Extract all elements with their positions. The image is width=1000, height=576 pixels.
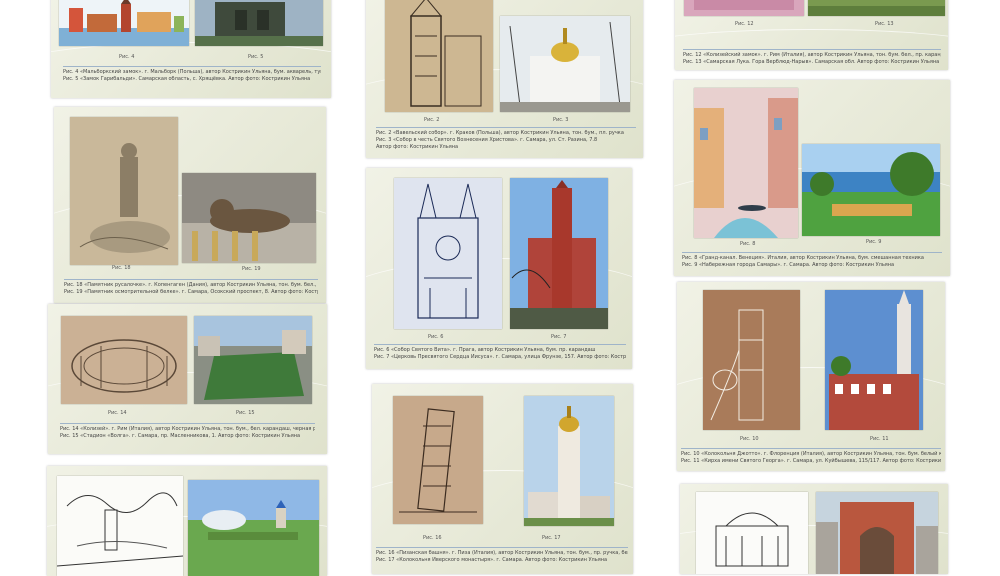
- caption-line: Рис. 10 «Колокольня Джотто». г. Флоренци…: [681, 451, 941, 458]
- figure-caption: Рис. 10 «Колокольня Джотто». г. Флоренци…: [681, 448, 941, 465]
- artwork-card: [47, 466, 327, 576]
- caption-line: Рис. 6 «Собор Святого Вита». г. Прага, а…: [374, 347, 626, 354]
- artwork-card: Рис. 14 Рис. 15 Рис. 14 «Колизей». г. Ри…: [48, 304, 327, 454]
- figure-label: Рис. 4: [119, 54, 134, 60]
- figure-image[interactable]: [510, 178, 608, 329]
- figure-label: Рис. 12: [735, 21, 754, 27]
- figure-label: Рис. 13: [875, 21, 894, 27]
- figure-image[interactable]: [70, 117, 178, 265]
- caption-line: Рис. 2 «Вавельский собор». г. Краков (По…: [376, 130, 636, 137]
- caption-line: Рис. 14 «Колизей». г. Рим (Италия), авто…: [60, 426, 315, 433]
- caption-line: Рис. 3 «Собор в честь Святого Вознесения…: [376, 137, 636, 144]
- artwork-card: Рис. 16 Рис. 17 Рис. 16 «Пизанская башня…: [372, 384, 633, 574]
- figure-label: Рис. 6: [428, 334, 443, 340]
- caption-line: Рис. 12 «Колизейский замок». г. Рим (Ита…: [683, 52, 941, 59]
- figure-label: Рис. 19: [242, 266, 261, 272]
- figure-label: Рис. 14: [108, 410, 127, 416]
- caption-line: Рис. 7 «Церковь Пресвятого Сердца Иисуса…: [374, 354, 626, 361]
- figure-label: Рис. 18: [112, 265, 131, 271]
- figure-caption: Рис. 6 «Собор Святого Вита». г. Прага, а…: [374, 344, 626, 361]
- figure-image[interactable]: [61, 316, 187, 404]
- caption-line: Рис. 16 «Пизанская башня». г. Пиза (Итал…: [376, 550, 628, 557]
- figure-image[interactable]: [694, 88, 798, 238]
- figure-caption: Рис. 2 «Вавельский собор». г. Краков (По…: [376, 127, 636, 151]
- figure-label: Рис. 11: [870, 436, 889, 442]
- caption-line: Рис. 17 «Колокольня Иверского монастыря»…: [376, 557, 628, 564]
- caption-line: Рис. 11 «Кирха имени Святого Георга». г.…: [681, 458, 941, 465]
- caption-line: Рис. 9 «Набережная города Самары». г. Са…: [682, 262, 942, 269]
- caption-line: Рис. 8 «Гранд-канал. Венеция». Италия, а…: [682, 255, 942, 262]
- caption-line: Рис. 18 «Памятник русалочке». г. Копенга…: [64, 282, 318, 289]
- figure-image[interactable]: [808, 0, 945, 16]
- figure-image[interactable]: [57, 476, 183, 576]
- figure-image[interactable]: [385, 0, 493, 112]
- figure-image[interactable]: [195, 0, 323, 46]
- figure-image[interactable]: [524, 396, 614, 526]
- figure-label: Рис. 3: [553, 117, 568, 123]
- figure-label: Рис. 16: [423, 535, 442, 541]
- figure-image[interactable]: [825, 290, 923, 430]
- caption-line: Рис. 4 «Мальборкский замок». г. Мальборк…: [63, 69, 321, 76]
- figure-image[interactable]: [816, 492, 938, 574]
- caption-line: Рис. 13 «Самарская Лука. Гора Верблюд-На…: [683, 59, 941, 66]
- artwork-card: Рис. 10 Рис. 11 Рис. 10 «Колокольня Джот…: [677, 282, 945, 471]
- artwork-card: Рис. 18 Рис. 19 Рис. 18 «Памятник русало…: [54, 107, 326, 303]
- figure-image[interactable]: [182, 173, 316, 263]
- figure-label: Рис. 5: [248, 54, 263, 60]
- artwork-card: Рис. 12 Рис. 13 Рис. 12 «Колизейский зам…: [675, 0, 948, 70]
- figure-label: Рис. 2: [424, 117, 439, 123]
- figure-caption: Рис. 8 «Гранд-канал. Венеция». Италия, а…: [682, 252, 942, 269]
- figure-label: Рис. 17: [542, 535, 561, 541]
- figure-label: Рис. 9: [866, 239, 881, 245]
- figure-image[interactable]: [393, 396, 483, 524]
- figure-label: Рис. 10: [740, 436, 759, 442]
- figure-image[interactable]: [500, 16, 630, 112]
- figure-caption: Рис. 12 «Колизейский замок». г. Рим (Ита…: [683, 49, 941, 66]
- figure-image[interactable]: [802, 144, 940, 236]
- figure-image[interactable]: [703, 290, 800, 430]
- caption-line: Автор фото: Кострикин Ульяна: [376, 144, 636, 151]
- caption-line: Рис. 19 «Памятник осмотрительной белке».…: [64, 289, 318, 296]
- artwork-card: Рис. 2 Рис. 3 Рис. 2 «Вавельский собор».…: [366, 0, 643, 158]
- figure-caption: Рис. 16 «Пизанская башня». г. Пиза (Итал…: [376, 547, 628, 564]
- figure-image[interactable]: [188, 480, 319, 576]
- artwork-card: Рис. 4 Рис. 5 Рис. 4 «Мальборкский замок…: [51, 0, 331, 98]
- figure-image[interactable]: [684, 0, 804, 16]
- artwork-card: [680, 484, 948, 574]
- artwork-card: Рис. 8 Рис. 9 Рис. 8 «Гранд-канал. Венец…: [674, 80, 950, 276]
- figure-image[interactable]: [194, 316, 312, 404]
- figure-image[interactable]: [394, 178, 502, 329]
- figure-image[interactable]: [696, 492, 808, 574]
- figure-caption: Рис. 18 «Памятник русалочке». г. Копенга…: [64, 279, 318, 296]
- figure-label: Рис. 15: [236, 410, 255, 416]
- figure-label: Рис. 8: [740, 241, 755, 247]
- artwork-card: Рис. 6 Рис. 7 Рис. 6 «Собор Святого Вита…: [366, 168, 632, 369]
- figure-caption: Рис. 14 «Колизей». г. Рим (Италия), авто…: [60, 423, 315, 440]
- caption-line: Рис. 15 «Стадион «Волга». г. Самара, пр.…: [60, 433, 315, 440]
- figure-label: Рис. 7: [551, 334, 566, 340]
- figure-caption: Рис. 4 «Мальборкский замок». г. Мальборк…: [63, 66, 321, 83]
- figure-image[interactable]: [59, 0, 189, 46]
- caption-line: Рис. 5 «Замок Гарибальди». Самарская обл…: [63, 76, 321, 83]
